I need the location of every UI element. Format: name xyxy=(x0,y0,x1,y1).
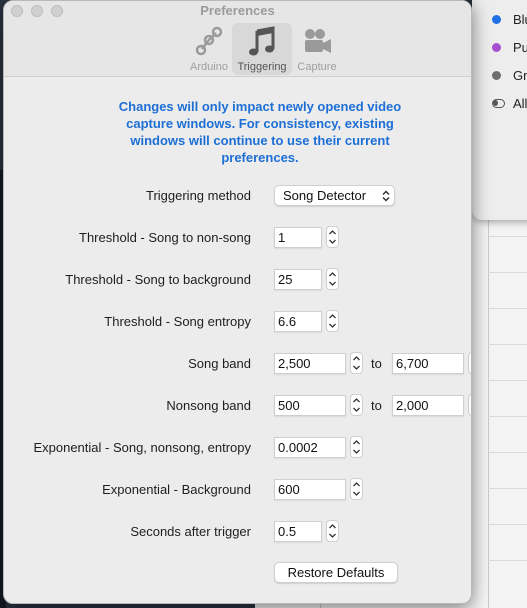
preferences-window: Preferences Arduino Triggering Capture C… xyxy=(3,0,472,604)
song-band-from-field[interactable]: 2,500 xyxy=(274,353,346,374)
tab-capture[interactable]: Capture xyxy=(287,23,347,75)
notice-text: Changes will only impact newly opened vi… xyxy=(118,99,402,165)
stepper-arrows-icon xyxy=(329,314,336,328)
stepper-arrows-icon xyxy=(353,356,360,370)
purple-dot-icon xyxy=(492,42,501,52)
exponential-background-label: Exponential - Background xyxy=(102,482,251,497)
stepper-arrows-icon xyxy=(353,398,360,412)
stepper-arrows-icon xyxy=(471,355,472,371)
seconds-after-trigger-label: Seconds after trigger xyxy=(130,524,251,539)
spreadsheet-gridline xyxy=(488,272,527,273)
stepper-arrows-icon xyxy=(353,482,360,496)
tab-label: Capture xyxy=(297,61,337,73)
triggering-method-label: Triggering method xyxy=(145,188,251,203)
stepper-arrows-icon xyxy=(329,230,336,244)
panel-item-label: Pu xyxy=(513,39,527,55)
threshold-song-nonsong-label: Threshold - Song to non-song xyxy=(79,230,251,245)
window-title: Preferences xyxy=(200,3,275,18)
panel-item-blue[interactable]: Blu xyxy=(492,11,527,27)
spreadsheet-gridline xyxy=(488,560,527,561)
nonsong-band-to-field[interactable]: 2,000 xyxy=(392,395,464,416)
exponential-background-stepper[interactable] xyxy=(350,478,363,500)
song-band-label: Song band xyxy=(188,356,251,371)
panel-item-all[interactable]: All xyxy=(492,95,527,111)
spreadsheet-gridline xyxy=(488,380,527,381)
song-band-from-stepper[interactable] xyxy=(350,352,363,374)
seconds-after-trigger-stepper[interactable] xyxy=(326,520,339,542)
song-band-to-field[interactable]: 6,700 xyxy=(392,353,464,374)
tab-label: Arduino xyxy=(190,61,228,73)
spreadsheet-gridline xyxy=(488,452,527,453)
stepper-arrows-icon xyxy=(329,272,336,286)
up-down-chevron-icon xyxy=(382,190,390,202)
triggering-method-select[interactable]: Song Detector xyxy=(274,185,395,206)
spreadsheet-gridline xyxy=(488,308,527,309)
panel-item-gray[interactable]: Gr xyxy=(492,67,527,83)
threshold-song-nonsong-field[interactable]: 1 xyxy=(274,227,322,248)
triggering-method-value: Song Detector xyxy=(283,188,367,203)
stepper-arrows-icon xyxy=(471,397,472,413)
threshold-song-background-stepper[interactable] xyxy=(326,268,339,290)
song-band-to-label: to xyxy=(371,356,382,371)
stepper-arrows-icon xyxy=(329,524,336,538)
threshold-song-background-field[interactable]: 25 xyxy=(274,269,322,290)
nonsong-band-label: Nonsong band xyxy=(166,398,251,413)
song-band-to-stepper[interactable] xyxy=(468,352,472,374)
exponential-song-stepper[interactable] xyxy=(350,436,363,458)
panel-item-label: All xyxy=(513,95,527,111)
video-camera-icon xyxy=(305,29,331,53)
nonsong-band-from-field[interactable]: 500 xyxy=(274,395,346,416)
exponential-song-label: Exponential - Song, nonsong, entropy xyxy=(33,440,251,455)
nonsong-band-to-label: to xyxy=(371,398,382,413)
nonsong-band-from-stepper[interactable] xyxy=(350,394,363,416)
spreadsheet-gridline xyxy=(488,488,527,489)
tab-triggering[interactable]: Triggering xyxy=(232,23,292,75)
blue-dot-icon xyxy=(492,14,501,24)
threshold-song-entropy-field[interactable]: 6.6 xyxy=(274,311,322,332)
spreadsheet-gridline xyxy=(488,416,527,417)
music-note-icon xyxy=(249,26,275,56)
spreadsheet-gridline xyxy=(488,200,489,608)
panel-item-label: Gr xyxy=(513,67,527,83)
exponential-song-field[interactable]: 0.0002 xyxy=(274,437,346,458)
spreadsheet-gridline xyxy=(488,236,527,237)
threshold-song-entropy-label: Threshold - Song entropy xyxy=(104,314,251,329)
spreadsheet-gridline xyxy=(488,344,527,345)
tab-arduino[interactable]: Arduino xyxy=(179,23,239,75)
tab-label: Triggering xyxy=(237,61,287,73)
arduino-icon xyxy=(195,26,223,56)
threshold-song-entropy-stepper[interactable] xyxy=(326,310,339,332)
panel-item-label: Blu xyxy=(513,11,527,27)
title-bar: Preferences Arduino Triggering Capture xyxy=(4,1,471,77)
threshold-song-nonsong-stepper[interactable] xyxy=(326,226,339,248)
restore-defaults-button[interactable]: Restore Defaults xyxy=(274,562,398,583)
seconds-after-trigger-field[interactable]: 0.5 xyxy=(274,521,322,542)
exponential-background-field[interactable]: 600 xyxy=(274,479,346,500)
gray-dot-icon xyxy=(492,70,501,80)
toggle-icon xyxy=(492,98,505,108)
spreadsheet-gridline xyxy=(488,524,527,525)
nonsong-band-to-stepper[interactable] xyxy=(468,394,472,416)
panel-item-purple[interactable]: Pu xyxy=(492,39,527,55)
threshold-song-background-label: Threshold - Song to background xyxy=(65,272,251,287)
stepper-arrows-icon xyxy=(353,440,360,454)
